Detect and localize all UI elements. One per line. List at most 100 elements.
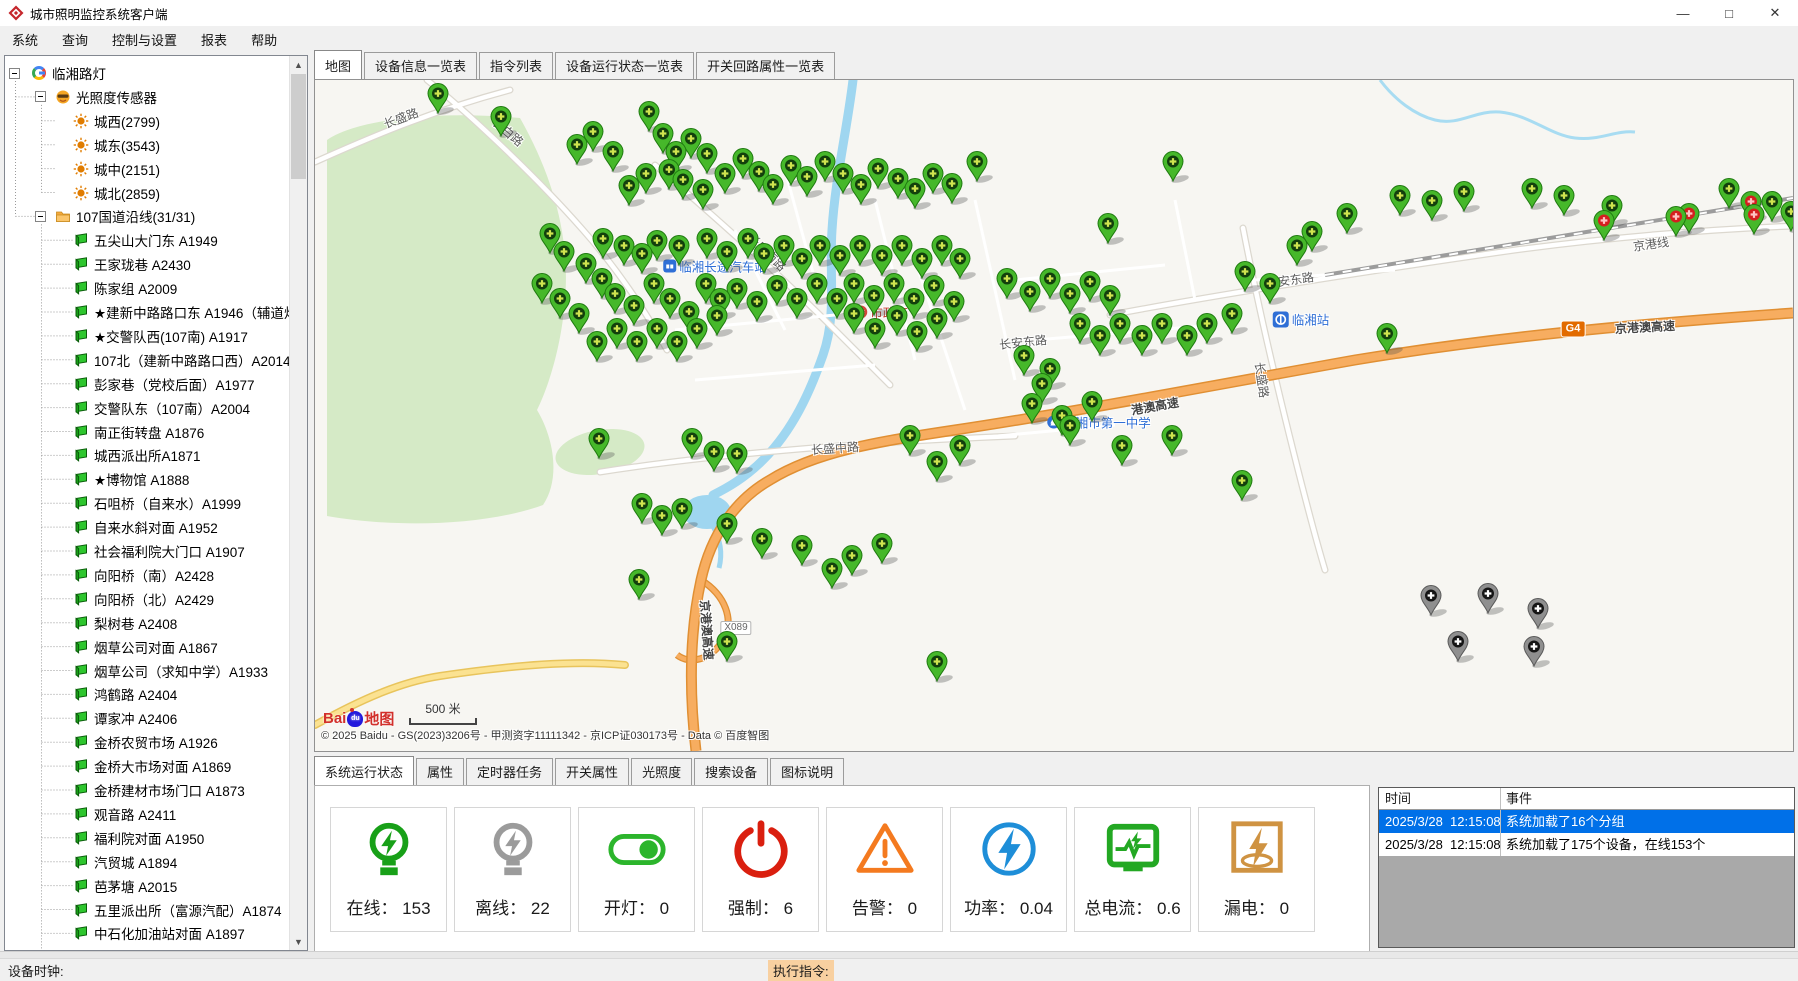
tree-item[interactable]: 光照度传感器 xyxy=(55,87,157,107)
tree-item[interactable]: 梨树巷 A2408 xyxy=(73,613,177,633)
tree-item[interactable]: 城西(2799) xyxy=(73,111,160,131)
map-pin-online[interactable] xyxy=(1110,314,1137,347)
tree-item[interactable]: 五里派出所（富源汽配）A1874 xyxy=(73,900,282,920)
status-card-4[interactable]: 告警： 0 xyxy=(826,807,943,932)
map-pin-online[interactable] xyxy=(1377,324,1404,357)
tree-item[interactable]: 金桥大市场对面 A1869 xyxy=(73,756,231,776)
map-pin-online[interactable] xyxy=(704,442,731,475)
tree-expander[interactable] xyxy=(35,211,46,222)
tree-item[interactable]: 中石化加油站对面 A1897 xyxy=(73,923,245,943)
tree-item[interactable]: 石咀桥（自来水）A1999 xyxy=(73,493,241,513)
status-card-0[interactable]: 在线： 153 xyxy=(330,807,447,932)
panel-tab-6[interactable]: 图标说明 xyxy=(770,758,844,785)
status-card-5[interactable]: 功率： 0.04 xyxy=(950,807,1067,932)
map-pin-online[interactable] xyxy=(1098,214,1125,247)
menu-item-帮助[interactable]: 帮助 xyxy=(239,26,289,53)
map-tab-3[interactable]: 设备运行状态一览表 xyxy=(555,52,694,79)
map-pin-online[interactable] xyxy=(1222,304,1249,337)
panel-tab-0[interactable]: 系统运行状态 xyxy=(314,756,414,785)
tree-item[interactable]: 福利院对面 A1950 xyxy=(73,828,204,848)
tree-item[interactable]: 芭茅塘 A2015 xyxy=(73,876,177,896)
map-pin-online[interactable] xyxy=(900,426,927,459)
map-pin-online[interactable] xyxy=(792,536,819,569)
map-pin-online[interactable] xyxy=(693,180,720,213)
map-pin-online[interactable] xyxy=(1719,179,1746,212)
tree-scrollbar[interactable]: ▲ ▼ xyxy=(289,56,307,950)
map-pin-online[interactable] xyxy=(629,570,656,603)
tree-item[interactable]: 烟草公司对面 A1867 xyxy=(73,637,218,657)
status-card-2[interactable]: 开灯： 0 xyxy=(578,807,695,932)
event-log-row[interactable]: 2025/3/28 12:15:08系统加载了16个分组 xyxy=(1379,810,1794,833)
map-pin-online[interactable] xyxy=(727,444,754,477)
menu-item-报表[interactable]: 报表 xyxy=(189,26,239,53)
map-pin-online[interactable] xyxy=(752,529,779,562)
tree-item[interactable]: 自来水斜对面 A1952 xyxy=(73,517,218,537)
scroll-down-icon[interactable]: ▼ xyxy=(290,933,307,950)
map-pin-online[interactable] xyxy=(927,652,954,685)
map-pin-online[interactable] xyxy=(1454,182,1481,215)
map-pin-online[interactable] xyxy=(787,289,814,322)
map-pin-online[interactable] xyxy=(636,164,663,197)
map-pin-offline[interactable] xyxy=(1478,584,1505,617)
map-pin-online[interactable] xyxy=(1060,416,1087,449)
map-pin-online[interactable] xyxy=(491,107,518,140)
tree-item[interactable]: 南正街转盘 A1876 xyxy=(73,422,204,442)
tree-item[interactable]: 城中(2151) xyxy=(73,159,160,179)
menu-item-控制与设置[interactable]: 控制与设置 xyxy=(100,26,189,53)
tree-item[interactable]: 谭家冲 A2406 xyxy=(73,708,177,728)
map-pin-online[interactable] xyxy=(428,84,455,117)
map-tab-4[interactable]: 开关回路属性一览表 xyxy=(696,52,835,79)
tree-item[interactable]: 临湘路灯 xyxy=(31,63,106,83)
tree-item[interactable]: 观音路 A2411 xyxy=(73,804,176,824)
maximize-button[interactable]: □ xyxy=(1706,0,1752,26)
map-pin-online[interactable] xyxy=(1152,314,1179,347)
map-pin-online[interactable] xyxy=(997,269,1024,302)
map-pin-online[interactable] xyxy=(1522,179,1549,212)
map-pin-online[interactable] xyxy=(1781,202,1793,235)
map-pin-online[interactable] xyxy=(1197,314,1224,347)
map-pin-online[interactable] xyxy=(1260,274,1287,307)
map-pin-online[interactable] xyxy=(707,306,734,339)
tree-item[interactable]: 王家珑巷 A2430 xyxy=(73,254,191,274)
tree-item[interactable]: ★交警队西(107南) A1917 xyxy=(73,326,248,346)
map-pin-online[interactable] xyxy=(624,296,651,329)
map-canvas[interactable]: 长盛路长白路长盛南路长安东路长安东路长盛路长盛中路京港线港澳高速京港澳高速京港澳… xyxy=(314,79,1794,752)
map-pin-online[interactable] xyxy=(747,292,774,325)
tree-item[interactable]: ★博物馆 A1888 xyxy=(73,469,189,489)
tree-item[interactable]: 社会福利院大门口 A1907 xyxy=(73,541,245,561)
map-pin-online[interactable] xyxy=(1337,204,1364,237)
map-pin-online[interactable] xyxy=(1554,186,1581,219)
status-card-1[interactable]: 离线： 22 xyxy=(454,807,571,932)
status-card-6[interactable]: 总电流： 0.6 xyxy=(1074,807,1191,932)
map-pin-online[interactable] xyxy=(842,546,869,579)
tree-item[interactable]: 五尖山大门东 A1949 xyxy=(73,230,218,250)
map-pin-offline[interactable] xyxy=(1448,632,1475,665)
map-pin-online[interactable] xyxy=(717,514,744,547)
map-pin-online[interactable] xyxy=(1232,471,1259,504)
map-pin-online[interactable] xyxy=(865,319,892,352)
map-pin-online[interactable] xyxy=(763,175,790,208)
tree-item[interactable]: 彭家巷（党校后面）A1977 xyxy=(73,374,255,394)
map-pin-online[interactable] xyxy=(717,242,744,275)
menu-item-系统[interactable]: 系统 xyxy=(0,26,50,53)
map-pin-offline[interactable] xyxy=(1528,599,1555,632)
tree-item[interactable]: 城北(2859) xyxy=(73,183,160,203)
tree-expander[interactable] xyxy=(9,68,20,79)
map-pin-online[interactable] xyxy=(554,242,581,275)
map-pin-online[interactable] xyxy=(927,452,954,485)
map-pin-online[interactable] xyxy=(1162,426,1189,459)
tree-item[interactable]: 金桥建材市场门口 A1873 xyxy=(73,780,245,800)
close-button[interactable]: ✕ xyxy=(1752,0,1798,26)
map-tab-1[interactable]: 设备信息一览表 xyxy=(364,52,477,79)
map-tab-2[interactable]: 指令列表 xyxy=(479,52,553,79)
tree-item[interactable]: 107北（建新中路路口西）A2014 xyxy=(73,350,291,370)
map-pin-online[interactable] xyxy=(967,152,994,185)
tree-item[interactable]: 金桥农贸市场 A1926 xyxy=(73,732,218,752)
map-pin-online[interactable] xyxy=(1014,346,1041,379)
map-pin-online[interactable] xyxy=(717,632,744,665)
map-pin-offline[interactable] xyxy=(1524,637,1551,670)
map-pin-offline[interactable] xyxy=(1421,586,1448,619)
map-pin-online[interactable] xyxy=(950,436,977,469)
map-pin-online[interactable] xyxy=(950,249,977,282)
tree-item[interactable]: ★建新中路路口东 A1946（辅道灯） xyxy=(73,302,308,322)
